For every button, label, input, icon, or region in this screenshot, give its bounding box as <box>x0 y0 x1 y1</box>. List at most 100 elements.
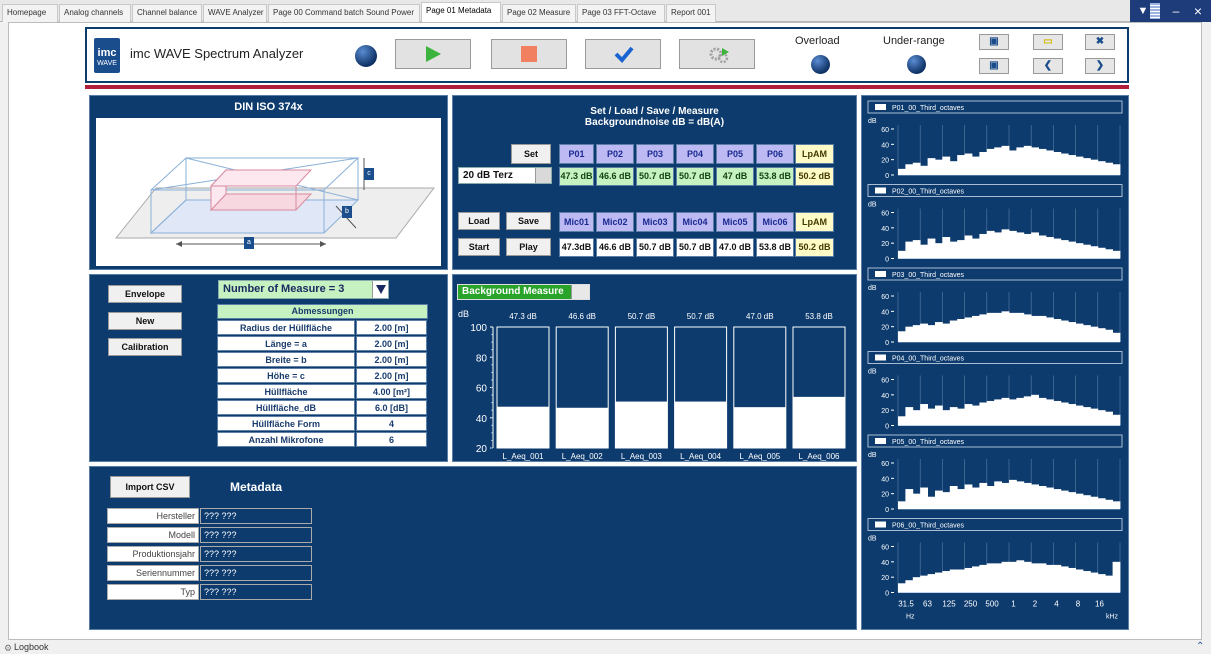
spectrum-bar <box>935 572 943 593</box>
background-measure-select[interactable]: Background Measure <box>457 284 590 300</box>
grip-icon[interactable] <box>1150 3 1160 19</box>
spectrum-x-tick-label: 4 <box>1054 600 1059 609</box>
spectrum-bar <box>1112 501 1121 509</box>
play-text-button[interactable]: Play <box>506 238 551 256</box>
save-button[interactable]: Save <box>506 212 551 230</box>
play-icon <box>426 46 441 62</box>
folder-icon[interactable]: ▭ <box>1033 34 1063 50</box>
save-as-icon[interactable]: ▣ <box>979 58 1009 74</box>
spectrum-bar <box>1031 147 1039 175</box>
mic-value-cell: 46.6 dB <box>596 238 634 257</box>
tab-analog-channels[interactable]: Analog channels <box>59 4 131 22</box>
dimension-value[interactable]: 6 <box>356 432 427 447</box>
spectrum-bar <box>1075 569 1084 593</box>
spectrum-bar <box>1090 572 1099 593</box>
metadata-value[interactable]: ??? ??? <box>200 565 312 581</box>
stop-button[interactable] <box>491 39 567 69</box>
spectrum-bar <box>1075 493 1084 509</box>
overload-led <box>811 55 830 74</box>
load-button[interactable]: Load <box>458 212 500 230</box>
bar-value-label: 50.7 dB <box>628 312 656 321</box>
metadata-value[interactable]: ??? ??? <box>200 546 312 562</box>
close-button-icon[interactable]: ✖ <box>1085 34 1115 50</box>
spectrum-bar <box>994 399 1002 426</box>
tab-wave-analyzer[interactable]: WAVE Analyzer <box>203 4 267 22</box>
spectrum-x-tick-label: 125 <box>942 600 956 609</box>
dimension-value[interactable]: 6.0 [dB] <box>356 400 427 415</box>
tab-homepage[interactable]: Homepage <box>2 4 58 22</box>
stop-icon <box>521 46 537 62</box>
set-load-save-panel: Set / Load / Save / Measure Backgroundno… <box>452 95 857 270</box>
minimize-icon[interactable]: – <box>1168 3 1184 19</box>
spectrum-bar <box>927 496 936 509</box>
position-header-cell: P06 <box>756 144 794 164</box>
spectrum-x-tick-label: 8 <box>1076 600 1081 609</box>
logbook-label[interactable]: Logbook <box>14 642 49 652</box>
confirm-button[interactable] <box>585 39 661 69</box>
spectrum-bar <box>1031 394 1039 426</box>
envelope-button[interactable]: Envelope <box>108 285 182 303</box>
spectrum-bar <box>912 162 921 175</box>
play-button[interactable] <box>395 39 471 69</box>
calibration-button[interactable]: Calibration <box>108 338 182 356</box>
spectrum-bar <box>1053 564 1062 593</box>
tab-measure[interactable]: Page 02 Measure <box>502 4 576 22</box>
tab-command-batch[interactable]: Page 00 Command batch Sound Power <box>268 4 420 22</box>
set-button[interactable]: Set <box>511 144 551 164</box>
dimension-value[interactable]: 2.00 [m] <box>356 352 427 367</box>
spectrum-y-label: dB <box>868 536 877 543</box>
x-tick-label: L_Aeq_006 <box>799 452 840 461</box>
close-icon[interactable]: × <box>1190 3 1206 19</box>
metadata-value[interactable]: ??? ??? <box>200 584 312 600</box>
spectrum-bar <box>1053 489 1062 509</box>
spectrum-bar <box>1031 315 1039 342</box>
tab-metadata[interactable]: Page 01 Metadata <box>421 2 501 23</box>
metadata-value[interactable]: ??? ??? <box>200 508 312 524</box>
logbook-icon: ⚙ <box>4 643 13 653</box>
tab-report[interactable]: Report 001 <box>666 4 716 22</box>
spectrum-bar <box>1105 329 1113 342</box>
tab-channel-balance[interactable]: Channel balance <box>132 4 202 22</box>
spectrum-y-tick-label: 20 <box>881 575 889 582</box>
next-icon[interactable]: ❯ <box>1085 58 1115 74</box>
logo-text-top: imc <box>97 47 117 59</box>
previous-icon[interactable]: ❮ <box>1033 58 1063 74</box>
third-octave-spectra-panel: P01_00_Third_octaves dB 0 20 40 60 P02_00_Thir… <box>861 95 1129 630</box>
spectrum-x-tick-label: 31.5 <box>898 600 914 609</box>
spectrum-bar <box>949 320 958 342</box>
dimension-value[interactable]: 2.00 [m] <box>356 368 427 383</box>
save-icon[interactable]: ▣ <box>979 34 1009 50</box>
spectrum-bar <box>1016 481 1025 509</box>
metadata-value[interactable]: ??? ??? <box>200 527 312 543</box>
spectrum-bar <box>979 564 988 593</box>
start-button[interactable]: Start <box>458 238 500 256</box>
spectrum-bar <box>994 147 1002 175</box>
menu-dropdown-icon[interactable]: ▼ <box>1135 3 1151 19</box>
spectrum-bar <box>1105 411 1113 426</box>
filter-select[interactable]: 20 dB Terz <box>458 167 552 184</box>
dimension-value[interactable]: 4.00 [m²] <box>356 384 427 399</box>
tab-bar: Homepage Analog channels Channel balance… <box>0 0 1211 23</box>
spectrum-bar <box>1112 561 1121 593</box>
spectrum-bar <box>972 315 980 342</box>
number-of-measure-select[interactable]: Number of Measure = 3 <box>218 280 389 299</box>
spectrum-title: P03_00_Third_octaves <box>892 272 964 279</box>
dimension-value[interactable]: 4 <box>356 416 427 431</box>
spectrum-bar <box>1009 399 1017 426</box>
settings-play-button[interactable] <box>679 39 755 69</box>
app-title: imc WAVE Spectrum Analyzer <box>130 46 304 61</box>
tab-fft-octave[interactable]: Page 03 FFT-Octave <box>577 4 665 22</box>
spectrum-bar <box>927 325 936 342</box>
expand-icon[interactable]: ⌃ <box>1196 641 1204 652</box>
dimension-value[interactable]: 2.00 [m] <box>356 336 427 351</box>
mic-header-cell: Mic01 <box>559 212 594 232</box>
position-value-cell: 53.8 dB <box>756 167 794 186</box>
spectrum-bar <box>1083 158 1091 175</box>
spectrum-bar <box>972 566 980 593</box>
spectrum-bar <box>920 165 928 175</box>
dimension-label: Höhe = c <box>217 368 355 383</box>
import-csv-button[interactable]: Import CSV <box>110 476 190 498</box>
spectrum-y-tick-label: 60 <box>881 378 889 385</box>
new-button[interactable]: New <box>108 312 182 330</box>
dimension-value[interactable]: 2.00 [m] <box>356 320 427 335</box>
